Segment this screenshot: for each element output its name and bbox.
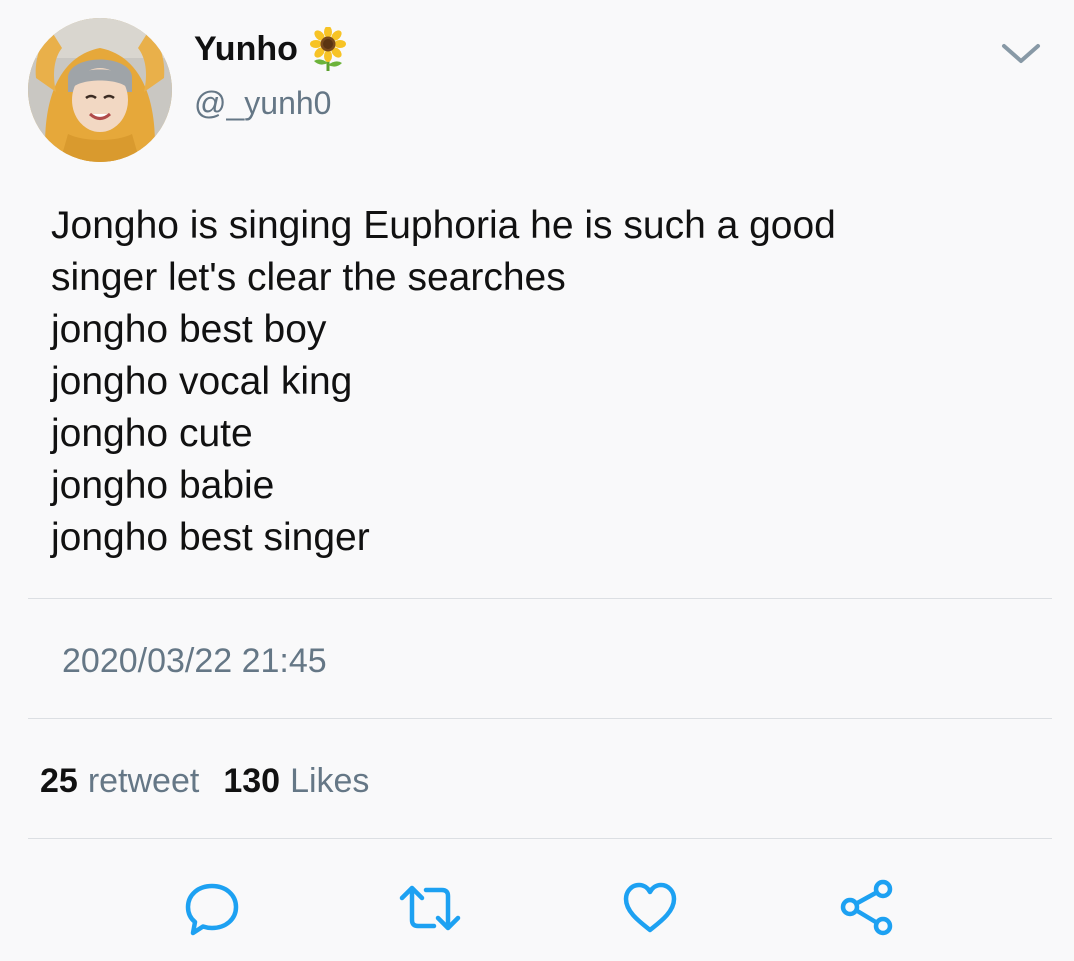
tweet-card: Yunho @_yunh0 Jongho is singing Euphoria… [0, 0, 1074, 961]
tweet-line: jongho vocal king [51, 360, 353, 403]
display-name-row: Yunho [194, 26, 348, 71]
display-name[interactable]: Yunho [194, 29, 298, 69]
divider [28, 838, 1052, 839]
retweet-count: 25 [40, 762, 78, 800]
tweet-line: Jongho is singing Euphoria he is such a … [51, 204, 836, 247]
retweet-stat[interactable]: 25 retweet [40, 760, 199, 802]
tweet-line: jongho babie [51, 464, 275, 507]
handle[interactable]: @_yunh0 [194, 83, 331, 123]
reply-icon[interactable] [180, 876, 244, 940]
likes-label: Likes [290, 762, 370, 800]
divider [28, 718, 1052, 719]
chevron-down-icon[interactable] [998, 36, 1044, 70]
timestamp: 2020/03/22 21:45 [62, 642, 327, 680]
divider [28, 598, 1052, 599]
tweet-line: singer let's clear the searches [51, 256, 566, 299]
likes-count: 130 [223, 762, 281, 800]
tweet-line: jongho best boy [51, 308, 327, 351]
tweet-line: jongho cute [51, 412, 253, 455]
likes-stat[interactable]: 130 Likes [223, 760, 369, 802]
sunflower-icon [308, 26, 348, 71]
avatar[interactable] [28, 18, 172, 162]
stats-row: 25 retweet 130 Likes [40, 760, 383, 802]
heart-icon[interactable] [618, 876, 682, 940]
tweet-line: jongho best singer [51, 516, 370, 559]
tweet-text: Jongho is singing Euphoria he is such a … [51, 200, 1031, 564]
share-icon[interactable] [836, 876, 900, 940]
retweet-icon[interactable] [398, 876, 462, 940]
retweet-label: retweet [87, 762, 200, 800]
